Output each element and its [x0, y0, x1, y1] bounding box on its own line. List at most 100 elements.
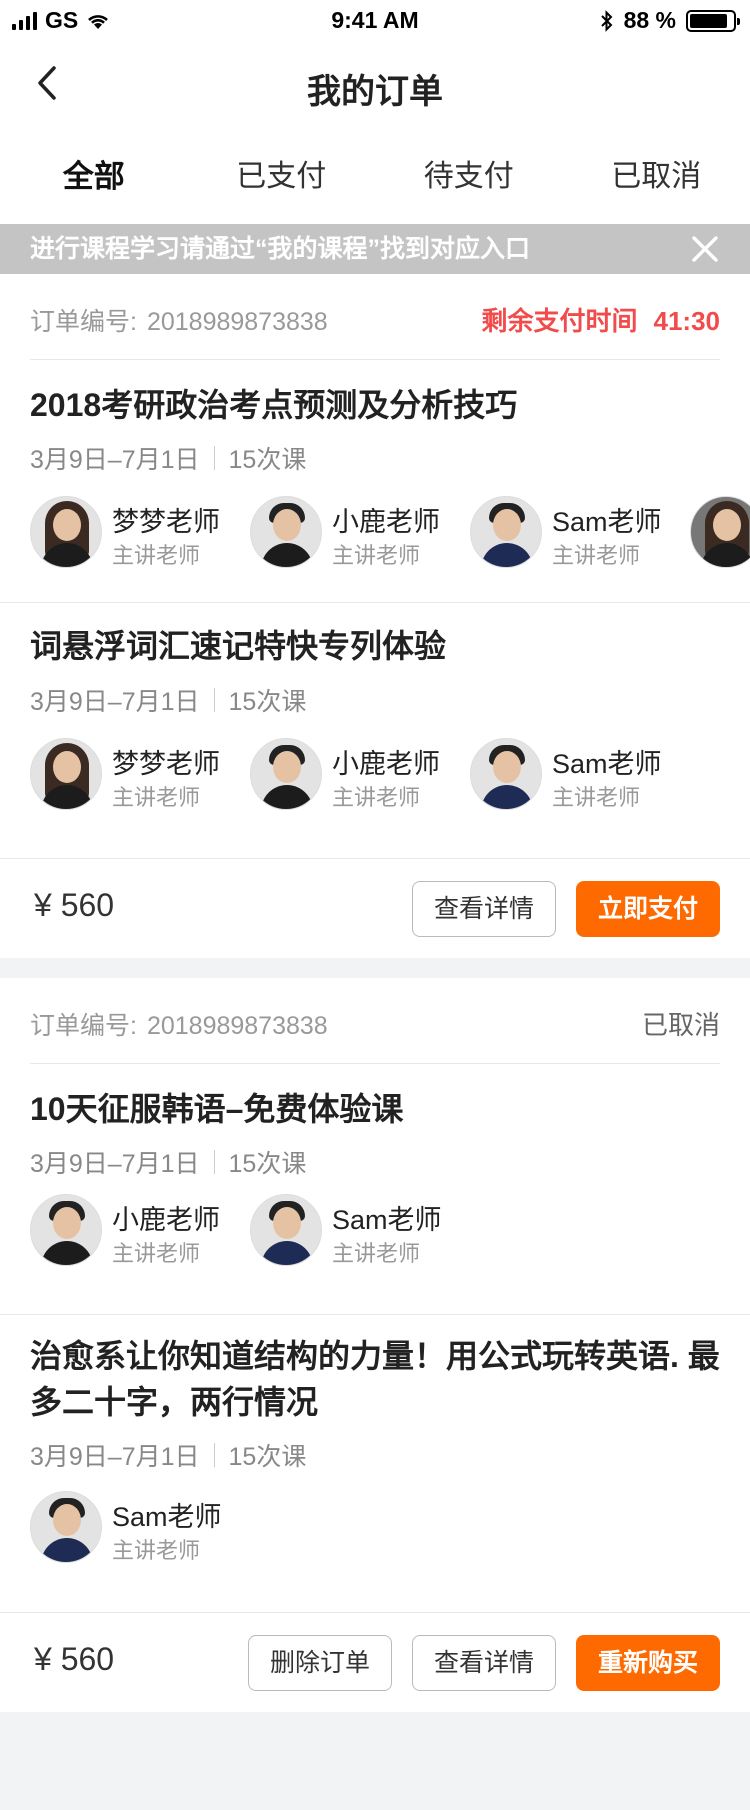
avatar — [470, 496, 542, 568]
teacher-item: Sam老师 主讲老师 — [470, 496, 690, 568]
rebuy-button[interactable]: 重新购买 — [576, 1635, 720, 1691]
order-number-label: 订单编号: — [30, 1012, 137, 1040]
order-header: 订单编号: 2018989873838 剩余支付时间 41:30 — [30, 274, 720, 360]
teacher-name: 梦梦老师 — [112, 749, 220, 779]
order-number: 订单编号: 2018989873838 — [30, 302, 328, 338]
teacher-item — [690, 496, 750, 568]
tab-cancelled[interactable]: 已取消 — [563, 130, 750, 224]
course-dates: 3月9日–7月1日 — [30, 688, 200, 716]
teacher-item: Sam老师 主讲老师 — [30, 1491, 250, 1563]
teacher-role: 主讲老师 — [112, 785, 201, 810]
status-right: 88 % — [600, 7, 740, 34]
teacher-name: 小鹿老师 — [332, 749, 440, 779]
course-title: 治愈系让你知道结构的力量！用公式玩转英语. 最多二十字，两行情况 — [30, 1338, 720, 1420]
course-meta: 3月9日–7月1日 15次课 — [30, 440, 306, 476]
order-number-value: 2018989873838 — [146, 1012, 328, 1040]
view-details-button[interactable]: 查看详情 — [412, 881, 556, 937]
teacher-role: 主讲老师 — [552, 785, 641, 810]
course-title: 2018考研政治考点预测及分析技巧 — [30, 387, 518, 423]
avatar — [470, 738, 542, 810]
teacher-name: Sam老师 — [552, 749, 662, 779]
pay-now-button[interactable]: 立即支付 — [576, 881, 720, 937]
order-price: ¥ 560 — [34, 1641, 115, 1677]
teacher-item: 小鹿老师 主讲老师 — [250, 496, 470, 568]
teacher-role: 主讲老师 — [332, 1241, 421, 1266]
teacher-list: 梦梦老师 主讲老师 小鹿老师 主讲老师 Sam老师 主讲老师 — [30, 738, 690, 810]
order-price: ¥ 560 — [34, 887, 115, 923]
order-status: 已取消 — [641, 1010, 720, 1040]
meta-divider — [213, 1150, 215, 1174]
course-item[interactable]: 治愈系让你知道结构的力量！用公式玩转英语. 最多二十字，两行情况 3月9日–7月… — [0, 1315, 750, 1593]
teacher-name: Sam老师 — [332, 1205, 442, 1235]
order-number: 订单编号: 2018989873838 — [30, 1006, 328, 1042]
teacher-name: 梦梦老师 — [112, 507, 220, 537]
teacher-role: 主讲老师 — [112, 1241, 201, 1266]
delete-order-button[interactable]: 删除订单 — [248, 1635, 392, 1691]
tab-pending[interactable]: 待支付 — [375, 130, 563, 224]
countdown-timer: 41:30 — [653, 306, 721, 336]
tab-paid[interactable]: 已支付 — [188, 130, 376, 224]
teacher-role: 主讲老师 — [332, 785, 421, 810]
course-title: 词悬浮词汇速记特快专列体验 — [30, 628, 447, 664]
course-title: 10天征服韩语–免费体验课 — [30, 1091, 404, 1127]
teacher-role: 主讲老师 — [332, 543, 421, 568]
avatar — [690, 496, 750, 568]
teacher-role: 主讲老师 — [552, 543, 641, 568]
course-lessons: 15次课 — [228, 1443, 307, 1471]
order-header: 订单编号: 2018989873838 已取消 — [30, 978, 720, 1064]
bluetooth-icon — [600, 9, 612, 32]
order-footer: ¥ 560 删除订单 查看详情 重新购买 — [0, 1613, 750, 1713]
tab-all[interactable]: 全部 — [0, 130, 188, 224]
teacher-name: 小鹿老师 — [332, 507, 440, 537]
course-item[interactable]: 10天征服韩语–免费体验课 3月9日–7月1日 15次课 小鹿老师 主讲老师 S… — [0, 1064, 750, 1292]
meta-divider — [213, 446, 215, 470]
teacher-list: Sam老师 主讲老师 — [30, 1491, 250, 1563]
status-bar: GS 9:41 AM 88 % — [0, 0, 750, 40]
meta-divider — [213, 1443, 215, 1467]
avatar — [30, 738, 102, 810]
order-footer: ¥ 560 查看详情 立即支付 — [0, 859, 750, 959]
view-details-button[interactable]: 查看详情 — [412, 1635, 556, 1691]
tab-bar: 全部 已支付 待支付 已取消 — [0, 130, 750, 224]
avatar — [30, 1491, 102, 1563]
countdown-label: 剩余支付时间 — [481, 306, 638, 336]
battery-icon — [686, 9, 740, 32]
close-icon[interactable] — [690, 234, 720, 264]
teacher-role: 主讲老师 — [112, 543, 201, 568]
course-lessons: 15次课 — [228, 446, 307, 474]
order-card: 订单编号: 2018989873838 已取消 10天征服韩语–免费体验课 3月9… — [0, 978, 750, 1712]
avatar — [250, 1194, 322, 1266]
order-card: 订单编号: 2018989873838 剩余支付时间 41:30 2018考研政治考… — [0, 274, 750, 958]
payment-countdown: 剩余支付时间 41:30 — [481, 301, 720, 338]
course-dates: 3月9日–7月1日 — [30, 446, 200, 474]
teacher-role: 主讲老师 — [112, 1538, 201, 1563]
avatar — [250, 496, 322, 568]
teacher-item: 梦梦老师 主讲老师 — [30, 496, 250, 568]
course-dates: 3月9日–7月1日 — [30, 1443, 200, 1471]
avatar — [250, 738, 322, 810]
course-meta: 3月9日–7月1日 15次课 — [30, 682, 306, 718]
course-item[interactable]: 2018考研政治考点预测及分析技巧 3月9日–7月1日 15次课 梦梦老师 主讲… — [0, 360, 750, 602]
course-item[interactable]: 词悬浮词汇速记特快专列体验 3月9日–7月1日 15次课 梦梦老师 主讲老师 小… — [0, 603, 750, 849]
order-number-label: 订单编号: — [30, 308, 137, 336]
course-meta: 3月9日–7月1日 15次课 — [30, 1437, 306, 1473]
teacher-item: Sam老师 主讲老师 — [250, 1194, 470, 1266]
teacher-name: Sam老师 — [112, 1502, 222, 1532]
meta-divider — [213, 688, 215, 712]
notice-text: 进行课程学习请通过“我的课程”找到对应入口 — [30, 235, 531, 263]
battery-percent: 88 % — [623, 7, 676, 33]
notice-banner: 进行课程学习请通过“我的课程”找到对应入口 — [0, 224, 750, 274]
avatar — [30, 1194, 102, 1266]
course-dates: 3月9日–7月1日 — [30, 1150, 200, 1178]
teacher-item: 小鹿老师 主讲老师 — [30, 1194, 250, 1266]
teacher-name: 小鹿老师 — [112, 1205, 220, 1235]
teacher-name: Sam老师 — [552, 507, 662, 537]
nav-bar: 我的订单 — [0, 40, 750, 130]
course-lessons: 15次课 — [228, 1150, 307, 1178]
teacher-item: Sam老师 主讲老师 — [470, 738, 690, 810]
course-meta: 3月9日–7月1日 15次课 — [30, 1144, 306, 1180]
page-title: 我的订单 — [307, 73, 443, 111]
teacher-item: 小鹿老师 主讲老师 — [250, 738, 470, 810]
order-number-value: 2018989873838 — [146, 308, 328, 336]
course-lessons: 15次课 — [228, 688, 307, 716]
